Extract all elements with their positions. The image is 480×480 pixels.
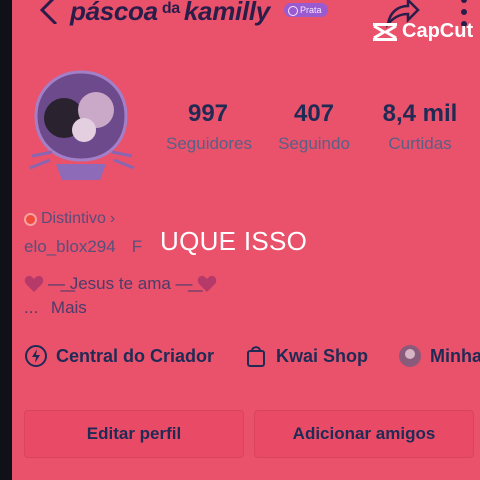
left-edge-bar <box>0 0 12 480</box>
heart-icon <box>197 275 216 292</box>
shortcut-creator-center-label: Central do Criador <box>56 345 215 366</box>
edit-profile-button[interactable]: Editar perfil <box>24 410 244 458</box>
shortcut-creator-center[interactable]: Central do Criador <box>24 344 214 368</box>
shortcut-minha-label: Minha <box>430 345 480 366</box>
distintivo-icon <box>24 212 37 226</box>
bio-ellipsis: ... <box>24 298 39 317</box>
username-extra: F <box>131 237 143 256</box>
stat-followers-value: 997 <box>187 100 229 127</box>
add-friends-button[interactable]: Adicionar amigos <box>254 410 474 458</box>
profile-title: páscoa da kamilly <box>70 0 270 27</box>
title-small: da <box>161 0 180 17</box>
distintivo-link[interactable]: Distintivo › <box>24 210 115 228</box>
distintivo-label: Distintivo <box>41 210 106 227</box>
shopping-bag-icon <box>247 346 265 367</box>
username: elo_blox294 <box>24 237 116 256</box>
username-line: elo_blox294 F <box>24 237 142 257</box>
heart-icon <box>24 275 44 292</box>
stat-likes-value: 8,4 mil <box>382 100 458 127</box>
title-part-1: páscoa <box>70 0 158 26</box>
stat-followers-label: Seguidores <box>166 134 253 153</box>
bio-line-2: ... Mais <box>24 298 87 318</box>
bio-line-1: —͟ Jesus te ama —͟ <box>24 274 217 294</box>
level-badge: Prata <box>284 3 328 17</box>
chevron-right-icon: › <box>109 210 116 227</box>
stat-likes[interactable]: 8,4 mil Curtidas <box>374 100 466 154</box>
stat-followers[interactable]: 997 Seguidores <box>166 100 253 154</box>
title-part-2: kamilly <box>183 0 270 26</box>
profile-avatar[interactable] <box>26 68 136 186</box>
creator-center-icon <box>25 345 47 367</box>
bio-more-link[interactable]: Mais <box>51 298 87 317</box>
capcut-watermark: CapCut <box>372 20 473 43</box>
bio-text-1: —͟ Jesus te ama —͟ <box>48 274 193 293</box>
stat-likes-label: Curtidas <box>388 134 452 153</box>
shortcut-kwai-shop[interactable]: Kwai Shop <box>244 344 368 368</box>
video-overlay-caption: UQUE ISSO <box>160 226 308 256</box>
capcut-logo-icon <box>373 22 397 41</box>
capcut-label: CapCut <box>402 20 474 42</box>
back-icon[interactable] <box>38 0 66 24</box>
stat-following-label: Seguindo <box>278 134 350 153</box>
stat-following[interactable]: 407 Seguindo <box>270 100 358 154</box>
avatar-icon <box>399 345 421 367</box>
shortcut-minha[interactable]: Minha <box>398 344 480 368</box>
stat-following-value: 407 <box>293 100 335 127</box>
shortcut-kwai-shop-label: Kwai Shop <box>276 345 369 366</box>
